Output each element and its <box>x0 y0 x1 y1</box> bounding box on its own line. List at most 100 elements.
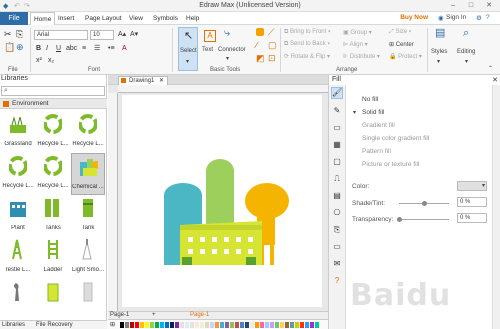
shadow-icon[interactable]: ◩ <box>256 54 265 63</box>
color-swatch[interactable] <box>215 322 219 328</box>
underline-icon[interactable]: U <box>56 44 61 53</box>
library-shape[interactable]: Recycle L... <box>71 111 105 153</box>
library-shape[interactable] <box>1 279 35 321</box>
page-tab-active[interactable]: Page-1 <box>190 312 209 319</box>
font-color-icon[interactable]: A <box>122 44 127 53</box>
transparency-slider-knob[interactable] <box>397 217 402 222</box>
page-tab-icon[interactable]: ▢ <box>331 157 343 169</box>
color-swatch[interactable] <box>195 322 199 328</box>
menu-home[interactable]: Home <box>30 12 56 26</box>
fill-color-icon[interactable] <box>256 28 264 36</box>
fill-option-no-fill[interactable]: No fill <box>362 96 378 103</box>
color-swatch[interactable] <box>190 322 194 328</box>
menu-help[interactable]: Help <box>183 12 202 25</box>
minimize-button[interactable]: – <box>446 1 460 11</box>
line-spacing-icon[interactable]: ☰ <box>94 44 100 53</box>
image-tab-icon[interactable]: ▦ <box>331 140 343 152</box>
color-swatch[interactable] <box>270 322 274 328</box>
center-button[interactable]: ⊞ Center <box>389 41 414 48</box>
strikethrough-icon[interactable]: abc <box>66 44 77 53</box>
library-category-environment[interactable]: Environment <box>0 98 107 109</box>
color-swatch[interactable] <box>235 322 239 328</box>
color-swatch[interactable] <box>260 322 264 328</box>
color-swatch[interactable] <box>295 322 299 328</box>
color-swatch[interactable] <box>300 322 304 328</box>
library-shape[interactable]: Light Smo... <box>71 237 105 279</box>
rotate-flip-button[interactable]: ⟳ Rotate & Flip ▾ <box>284 53 330 60</box>
color-swatch[interactable] <box>290 322 294 328</box>
collapse-ribbon-icon[interactable]: ⌃ <box>488 65 493 72</box>
data-tab-icon[interactable]: ⎍ <box>331 174 343 186</box>
close-panel-icon[interactable]: ✕ <box>492 76 498 84</box>
library-shape[interactable]: Ladder <box>36 237 70 279</box>
library-shape[interactable] <box>71 279 105 321</box>
shade-tint-slider-knob[interactable] <box>422 201 427 206</box>
color-swatch[interactable] <box>275 322 279 328</box>
color-swatch[interactable] <box>165 322 169 328</box>
color-picker[interactable]: ▾ <box>457 181 487 191</box>
transparency-value[interactable]: 0 % <box>457 213 487 223</box>
fill-tab-icon[interactable]: 🖌 <box>331 87 343 99</box>
color-swatch[interactable] <box>230 322 234 328</box>
protect-button[interactable]: 🔒 Protect ▾ <box>389 53 422 60</box>
fill-option-solid-fill[interactable]: Solid fill <box>362 109 384 116</box>
menu-page-layout[interactable]: Page Layout <box>82 12 125 25</box>
color-swatch[interactable] <box>135 322 139 328</box>
color-swatch[interactable] <box>305 322 309 328</box>
file-menu[interactable]: File <box>0 12 28 25</box>
add-page-icon[interactable]: + <box>152 312 156 319</box>
distribute-button[interactable]: ⊪ Distribute ▾ <box>343 53 380 60</box>
line-style-icon[interactable]: ⟋ <box>268 28 274 37</box>
format-painter-icon[interactable]: ⊕ <box>16 43 24 52</box>
color-swatch[interactable] <box>245 322 249 328</box>
attachment-tab-icon[interactable]: ⎘ <box>331 225 343 237</box>
chemical-plant-shape[interactable] <box>122 95 322 307</box>
close-tab-icon[interactable]: ✕ <box>159 78 164 84</box>
fill-option-single-gradient[interactable]: Single color gradient fill <box>362 135 429 142</box>
color-swatch[interactable] <box>240 322 244 328</box>
crop-icon[interactable]: ⊡ <box>268 54 276 63</box>
color-swatch[interactable] <box>160 322 164 328</box>
text-tool-label[interactable]: Text <box>202 47 213 53</box>
bullets-icon[interactable]: •≡ <box>108 44 115 53</box>
help-icon[interactable]: ? <box>486 14 490 21</box>
styles-button[interactable]: Styles <box>431 49 447 55</box>
align-icon[interactable]: ≡ <box>82 44 86 53</box>
italic-icon[interactable]: I <box>46 44 48 53</box>
fill-option-gradient[interactable]: Gradient fill <box>362 122 395 129</box>
size-button[interactable]: ⤢ Size ▾ <box>389 29 411 36</box>
connector-tool-icon[interactable]: ⤷ <box>224 28 230 39</box>
library-shape[interactable]: Chemical ... <box>71 153 105 195</box>
subscript-icon[interactable]: x₂ <box>48 56 54 65</box>
fill-option-pattern[interactable]: Pattern fill <box>362 148 391 155</box>
styles-icon[interactable]: ▤ <box>435 28 445 39</box>
library-shape[interactable]: Recycle L... <box>36 153 70 195</box>
shapes-icon[interactable]: ▢ <box>268 41 277 50</box>
library-search-input[interactable]: ⌕ <box>1 86 105 96</box>
superscript-icon[interactable]: x² <box>36 56 42 65</box>
fill-option-picture[interactable]: Picture or texture fill <box>362 161 419 168</box>
library-shape[interactable]: Plant <box>1 195 35 237</box>
align-button[interactable]: ⊫ Align ▾ <box>343 41 368 48</box>
color-swatch[interactable] <box>285 322 289 328</box>
cut-icon[interactable]: ✂ <box>4 30 12 39</box>
panel-scrollbar[interactable] <box>492 85 500 329</box>
sign-in-link[interactable]: Sign In <box>446 14 466 21</box>
close-button[interactable]: ✕ <box>482 1 496 11</box>
font-name-combo[interactable]: Arial <box>34 30 88 40</box>
color-swatch[interactable] <box>120 322 124 328</box>
editing-button[interactable]: Editing <box>457 49 475 55</box>
maximize-button[interactable]: □ <box>464 1 478 11</box>
color-swatch[interactable] <box>310 322 314 328</box>
color-swatch[interactable] <box>220 322 224 328</box>
menu-insert[interactable]: Insert <box>55 12 77 25</box>
grow-font-icon[interactable]: A▴ <box>118 30 126 39</box>
color-swatch[interactable] <box>255 322 259 328</box>
color-swatch[interactable] <box>140 322 144 328</box>
shrink-font-icon[interactable]: A▾ <box>130 30 138 39</box>
bold-icon[interactable]: B <box>36 44 41 53</box>
color-swatch[interactable] <box>205 322 209 328</box>
paste-icon[interactable]: 📋 <box>4 43 15 52</box>
color-swatch[interactable] <box>180 322 184 328</box>
library-shape[interactable]: Recycle L... <box>36 111 70 153</box>
